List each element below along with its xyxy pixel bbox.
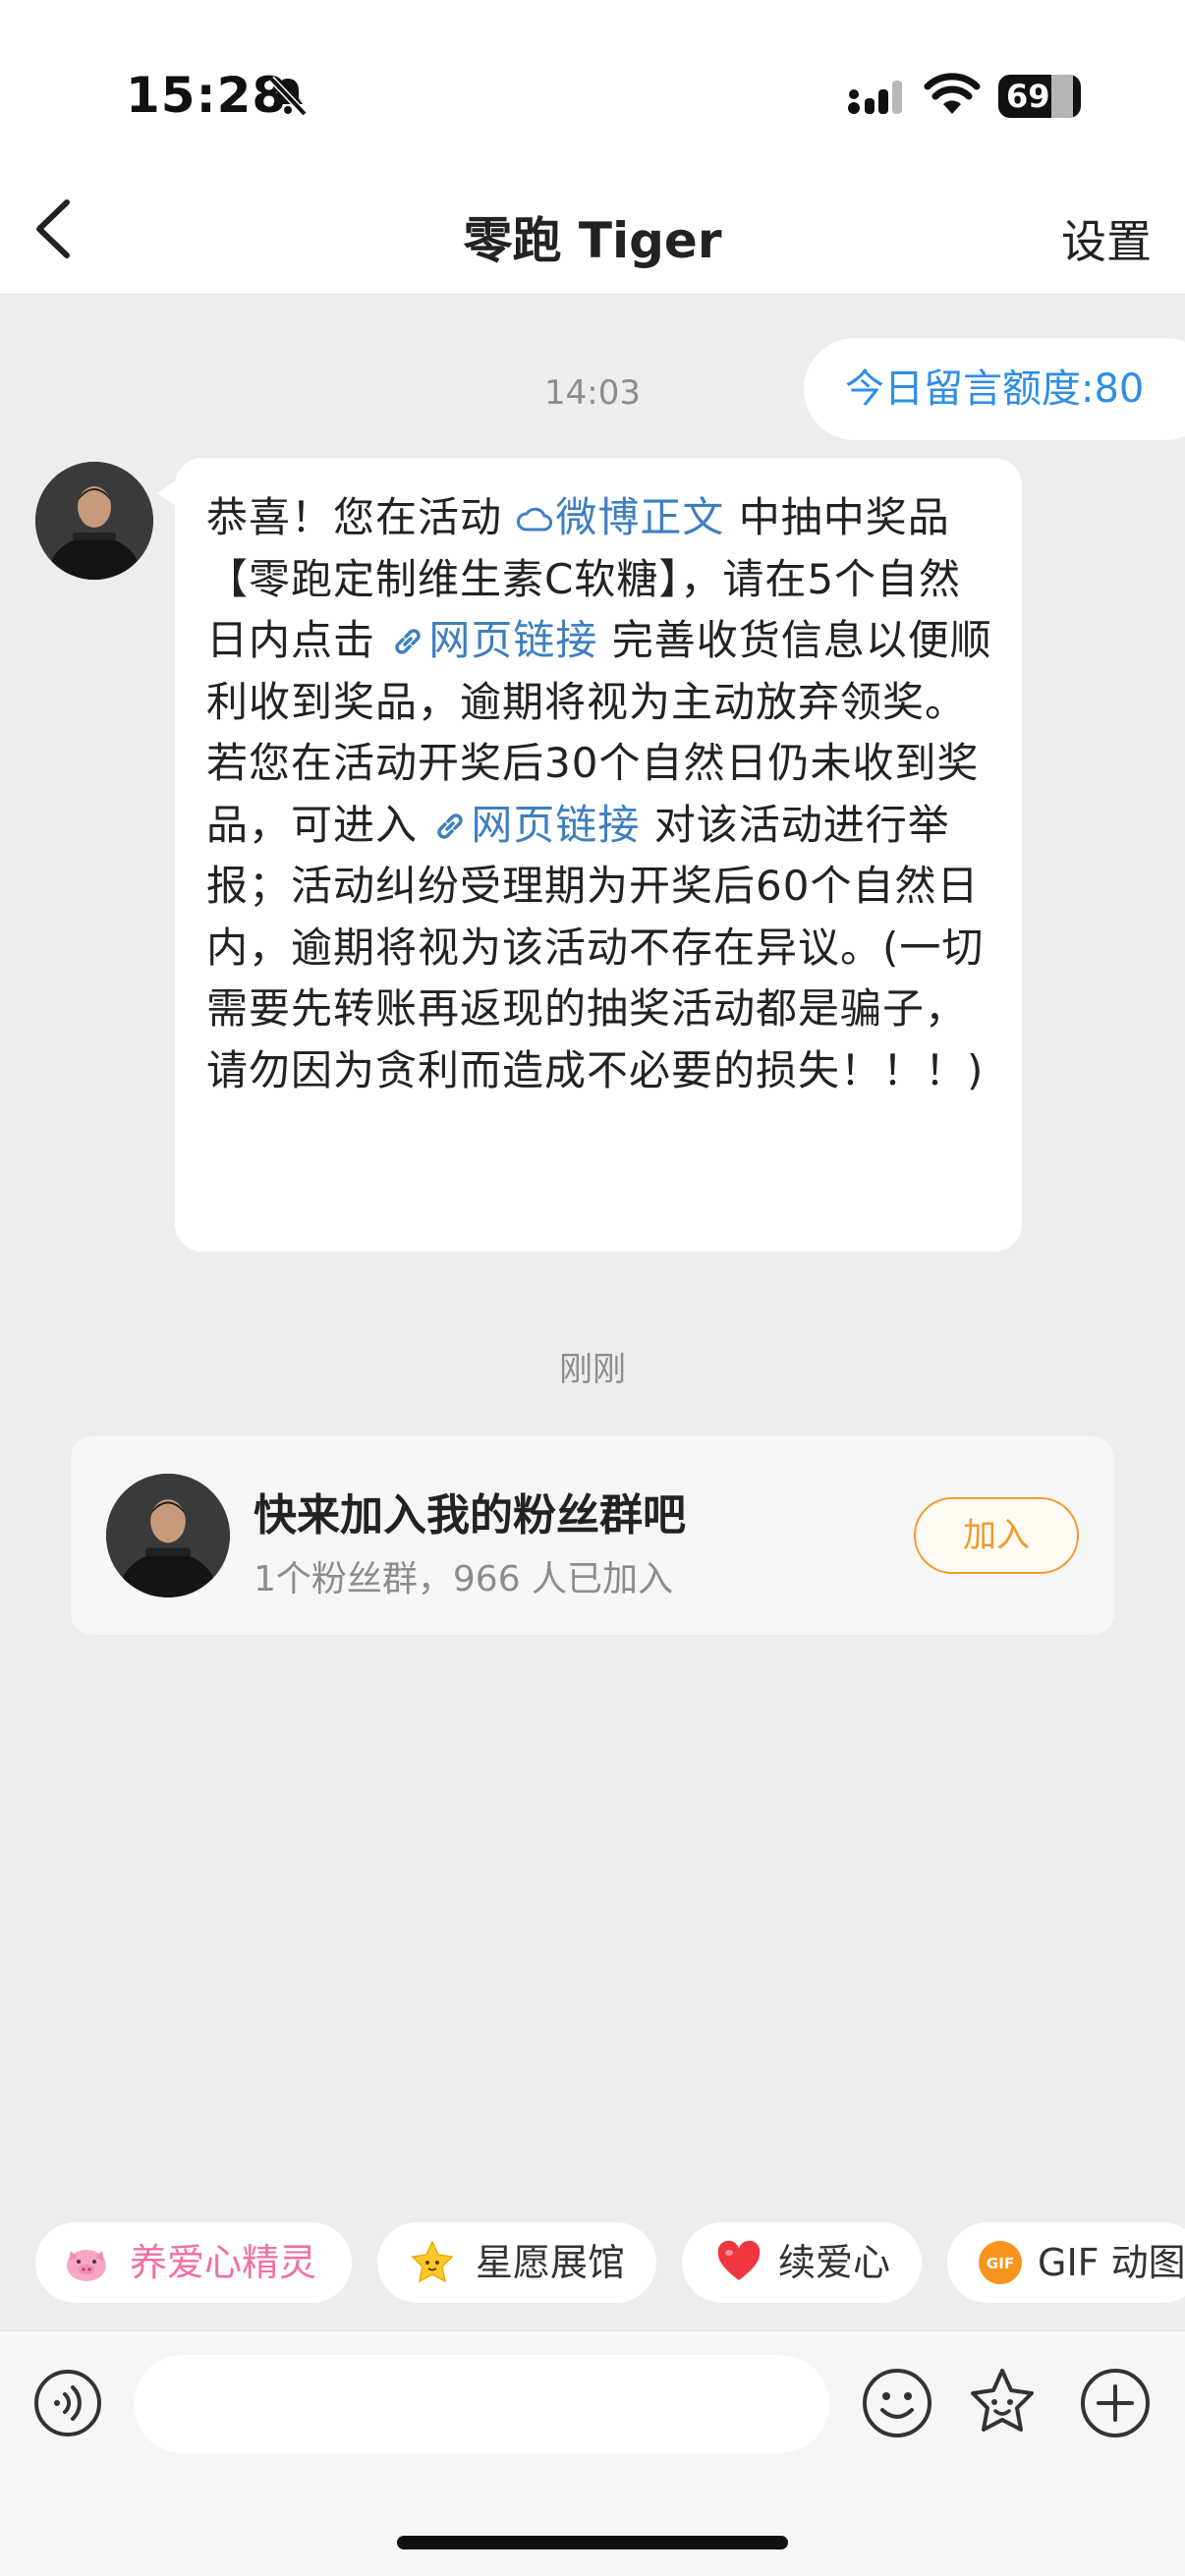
top-bar: 15:28 69 零跑 Tiger 设置 — [0, 0, 1185, 295]
battery-level: 69 — [1006, 78, 1050, 115]
chip-gif[interactable]: GIF GIF 动图 — [947, 2222, 1185, 2303]
web-link-1[interactable]: 网页链接 — [389, 616, 597, 664]
cellular-signal-icon — [848, 81, 902, 114]
chip-label: 养爱心精灵 — [130, 2241, 317, 2284]
wifi-icon — [924, 73, 981, 114]
fan-group-title: 快来加入我的粉丝群吧 — [254, 1490, 686, 1540]
settings-button[interactable]: 设置 — [1061, 206, 1152, 271]
home-indicator — [397, 2536, 788, 2549]
bubble-tail — [157, 479, 177, 507]
message-part: 恭喜！您在活动 — [206, 493, 517, 541]
person-avatar-icon — [35, 462, 153, 580]
svg-text:GIF: GIF — [987, 2255, 1014, 2272]
message-input[interactable] — [134, 2355, 829, 2453]
chip-label: 星愿展馆 — [476, 2241, 626, 2284]
chip-label: GIF 动图 — [1038, 2241, 1185, 2284]
emoji-icon[interactable] — [861, 2367, 933, 2439]
page-title: 零跑 Tiger — [463, 212, 722, 269]
quota-badge: 今日留言额度:80 — [804, 338, 1185, 440]
chip-star-wish[interactable]: 星愿展馆 — [377, 2222, 656, 2303]
star-face-icon — [411, 2240, 454, 2283]
bell-muted-icon — [268, 76, 308, 117]
web-link-2[interactable]: 网页链接 — [431, 801, 640, 849]
person-avatar-icon — [106, 1474, 230, 1597]
web-link-2-text: 网页链接 — [471, 800, 641, 849]
pig-icon — [67, 2250, 106, 2281]
status-time: 15:28 — [126, 67, 288, 124]
weibo-post-link[interactable]: 微博正文 — [516, 493, 724, 541]
star-sticker-icon[interactable] — [965, 2365, 1040, 2439]
message-bubble: 恭喜！您在活动 微博正文 中抽中奖品【零跑定制维生素C软糖】，请在5个自然日内点… — [175, 458, 1022, 1252]
fan-group-subtitle: 1个粉丝群，966 人已加入 — [254, 1559, 674, 1599]
message-text: 恭喜！您在活动 微博正文 中抽中奖品【零跑定制维生素C软糖】，请在5个自然日内点… — [206, 487, 992, 1101]
fan-group-avatar — [106, 1474, 230, 1597]
chip-renew-heart[interactable]: 续爱心 — [682, 2222, 922, 2303]
gif-icon: GIF — [979, 2241, 1022, 2284]
heart-icon — [717, 2240, 761, 2280]
battery-icon: 69 — [998, 75, 1081, 118]
link-icon — [437, 812, 464, 839]
weibo-cloud-icon — [517, 507, 553, 532]
weibo-post-link-text: 微博正文 — [555, 493, 725, 541]
join-button[interactable]: 加入 — [914, 1497, 1079, 1574]
link-icon — [395, 629, 422, 654]
chip-label: 续爱心 — [778, 2241, 891, 2284]
fan-group-card[interactable]: 快来加入我的粉丝群吧 1个粉丝群，966 人已加入 加入 — [71, 1436, 1114, 1635]
chip-love-sprite[interactable]: 养爱心精灵 — [35, 2222, 352, 2303]
quick-action-chips: 养爱心精灵 星愿展馆 续爱心 GIF GIF 动图 — [0, 2222, 1185, 2303]
voice-input-icon[interactable] — [33, 2369, 102, 2437]
sender-avatar[interactable] — [35, 462, 153, 580]
plus-icon[interactable] — [1079, 2367, 1152, 2439]
input-toolbar — [0, 2330, 1185, 2576]
web-link-1-text: 网页链接 — [428, 616, 598, 664]
message-timestamp: 刚刚 — [559, 1350, 626, 1389]
